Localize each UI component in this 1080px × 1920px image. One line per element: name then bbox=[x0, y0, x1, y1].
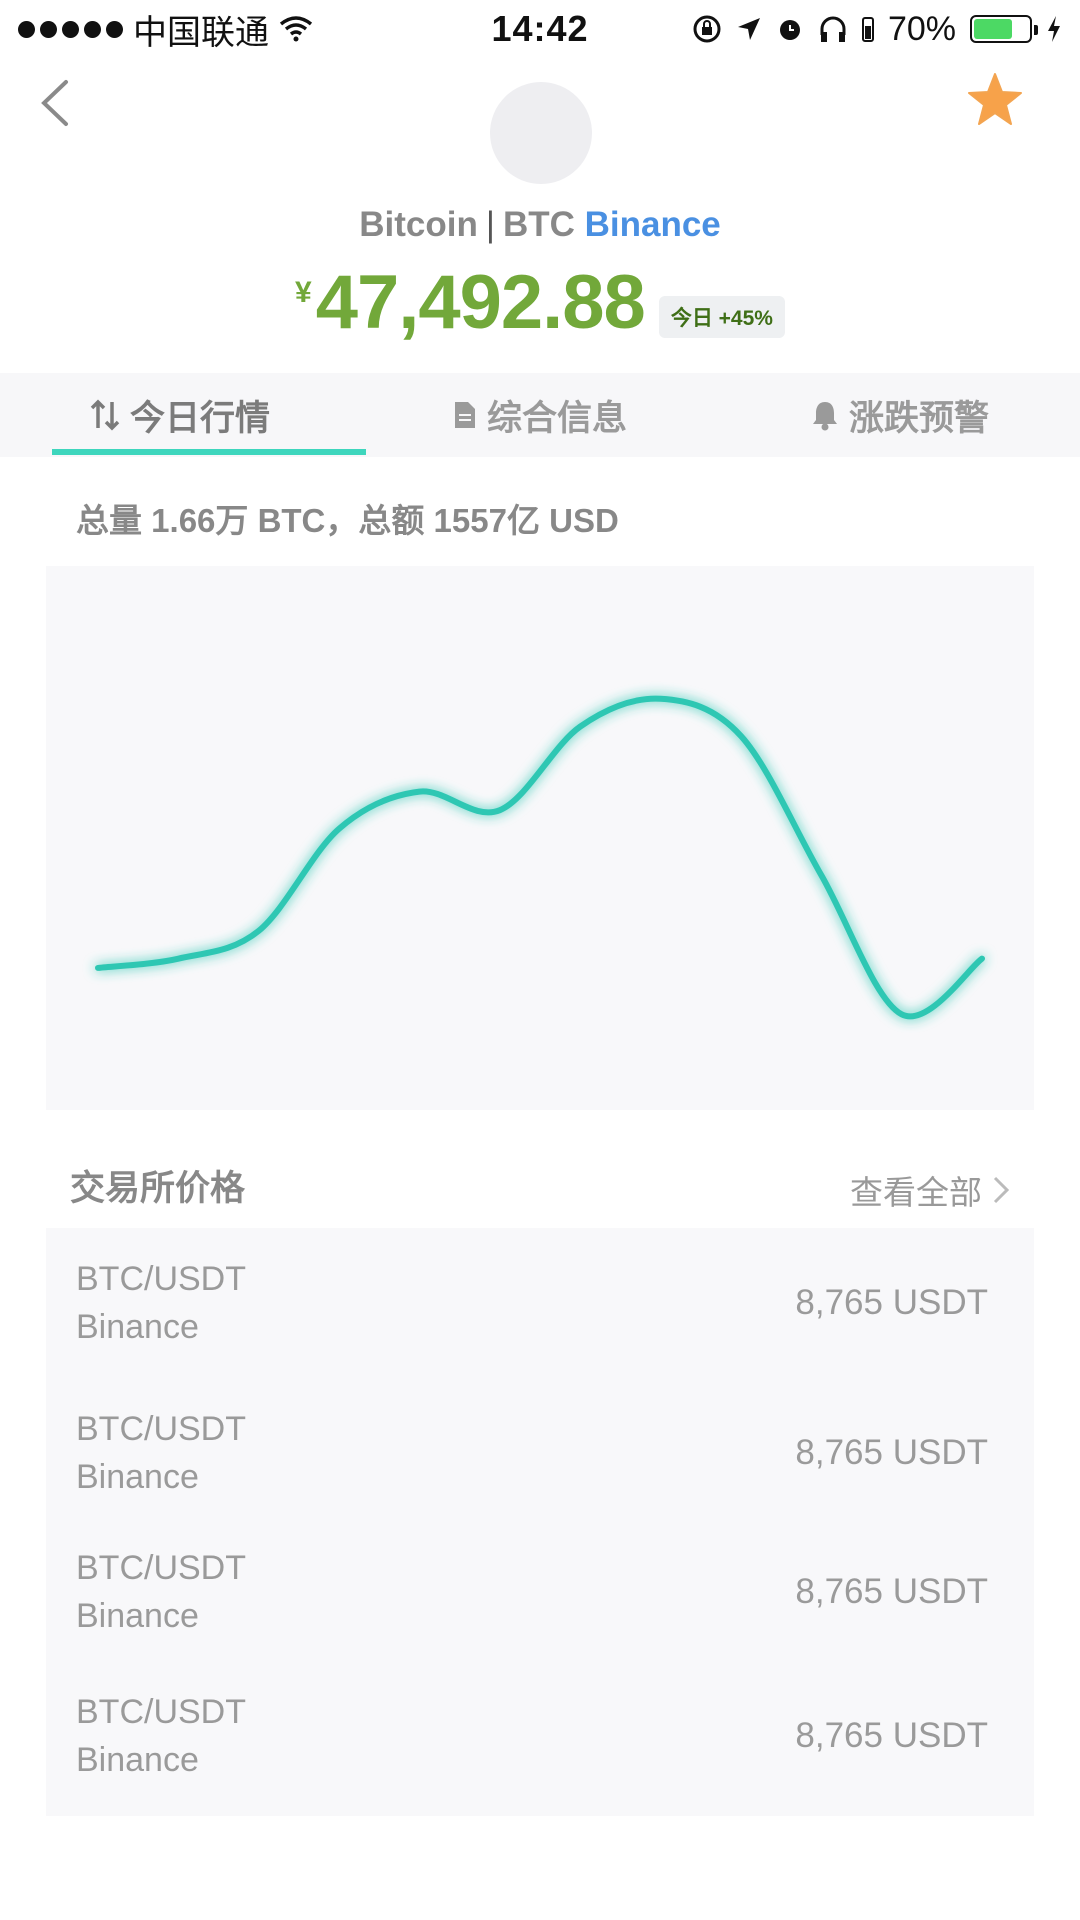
row-exchange: Binance bbox=[76, 1458, 199, 1496]
battery-percent: 70% bbox=[887, 9, 956, 48]
exchange-link[interactable]: Binance bbox=[585, 205, 721, 244]
document-icon bbox=[454, 402, 475, 428]
row-pair: BTC/USDT bbox=[76, 1260, 246, 1298]
exchange-prices-title: 交易所价格 bbox=[70, 1169, 246, 1208]
row-price: 8,765 USDT bbox=[795, 1572, 988, 1611]
trend-arrows-icon bbox=[90, 399, 120, 431]
coin-detail-page: 中国联通 14:42 70% Bitcoin | BTC Binance ¥ 4… bbox=[0, 0, 1080, 1920]
title-separator: | bbox=[485, 205, 495, 244]
location-icon bbox=[737, 18, 760, 40]
row-pair: BTC/USDT bbox=[76, 1549, 246, 1587]
row-pair: BTC/USDT bbox=[76, 1693, 246, 1731]
tab-bar: 今日行情 综合信息 涨跌预警 bbox=[0, 373, 1080, 457]
coin-name: Bitcoin bbox=[359, 205, 478, 244]
orientation-lock-icon bbox=[693, 15, 721, 43]
exchange-row[interactable]: BTC/USDT Binance 8,765 USDT bbox=[46, 1378, 1034, 1528]
exchange-row[interactable]: BTC/USDT Binance 8,765 USDT bbox=[46, 1528, 1034, 1656]
daily-change-badge: 今日 +45% bbox=[658, 296, 785, 338]
view-all-label: 查看全部 bbox=[850, 1174, 982, 1211]
bell-icon bbox=[812, 402, 837, 431]
row-price: 8,765 USDT bbox=[795, 1716, 988, 1755]
row-price: 8,765 USDT bbox=[795, 1433, 988, 1472]
row-exchange: Binance bbox=[76, 1308, 199, 1346]
coin-logo bbox=[490, 82, 592, 184]
row-exchange: Binance bbox=[76, 1597, 199, 1635]
row-price: 8,765 USDT bbox=[795, 1283, 988, 1322]
tab-price-alert[interactable]: 涨跌预警 bbox=[720, 373, 1080, 457]
carrier-label: 中国联通 bbox=[133, 13, 269, 52]
currency-symbol: ¥ bbox=[295, 276, 312, 309]
chevron-right-icon bbox=[993, 1176, 1010, 1204]
tab-label: 综合信息 bbox=[486, 398, 627, 438]
row-exchange: Binance bbox=[76, 1741, 199, 1779]
tab-label: 今日行情 bbox=[129, 398, 270, 438]
exchange-row[interactable]: BTC/USDT Binance 8,765 USDT bbox=[46, 1656, 1034, 1816]
battery-icon bbox=[970, 15, 1038, 43]
coin-price: 47,492.88 bbox=[315, 260, 646, 345]
tab-overview[interactable]: 综合信息 bbox=[360, 373, 720, 457]
tab-today-market[interactable]: 今日行情 bbox=[0, 373, 366, 457]
price-chart-svg bbox=[95, 695, 985, 1020]
signal-icon bbox=[18, 20, 123, 38]
star-icon[interactable] bbox=[965, 70, 1025, 130]
headphones-icon bbox=[820, 16, 846, 42]
battery-small-icon bbox=[861, 17, 874, 42]
wifi-icon bbox=[279, 16, 313, 42]
row-pair: BTC/USDT bbox=[76, 1410, 246, 1448]
alarm-icon bbox=[779, 20, 800, 40]
volume-summary: 总量 1.66万 BTC，总额 1557亿 USD bbox=[76, 502, 619, 539]
back-button[interactable] bbox=[36, 78, 76, 128]
coin-symbol: BTC bbox=[502, 205, 575, 244]
status-bar: 中国联通 14:42 70% bbox=[0, 0, 1080, 58]
tab-label: 涨跌预警 bbox=[848, 398, 989, 438]
price-row: ¥ 47,492.88 今日 +45% bbox=[0, 262, 1080, 344]
exchange-row[interactable]: BTC/USDT Binance 8,765 USDT bbox=[46, 1228, 1034, 1378]
view-all-link[interactable]: 查看全部 bbox=[850, 1166, 1010, 1214]
price-chart bbox=[46, 566, 1034, 1110]
charging-icon bbox=[1048, 16, 1060, 42]
coin-title: Bitcoin | BTC Binance bbox=[0, 205, 1080, 245]
price-series-line bbox=[95, 695, 985, 1020]
exchange-list: BTC/USDT Binance 8,765 USDT BTC/USDT Bin… bbox=[46, 1228, 1034, 1816]
status-time: 14:42 bbox=[491, 8, 589, 49]
